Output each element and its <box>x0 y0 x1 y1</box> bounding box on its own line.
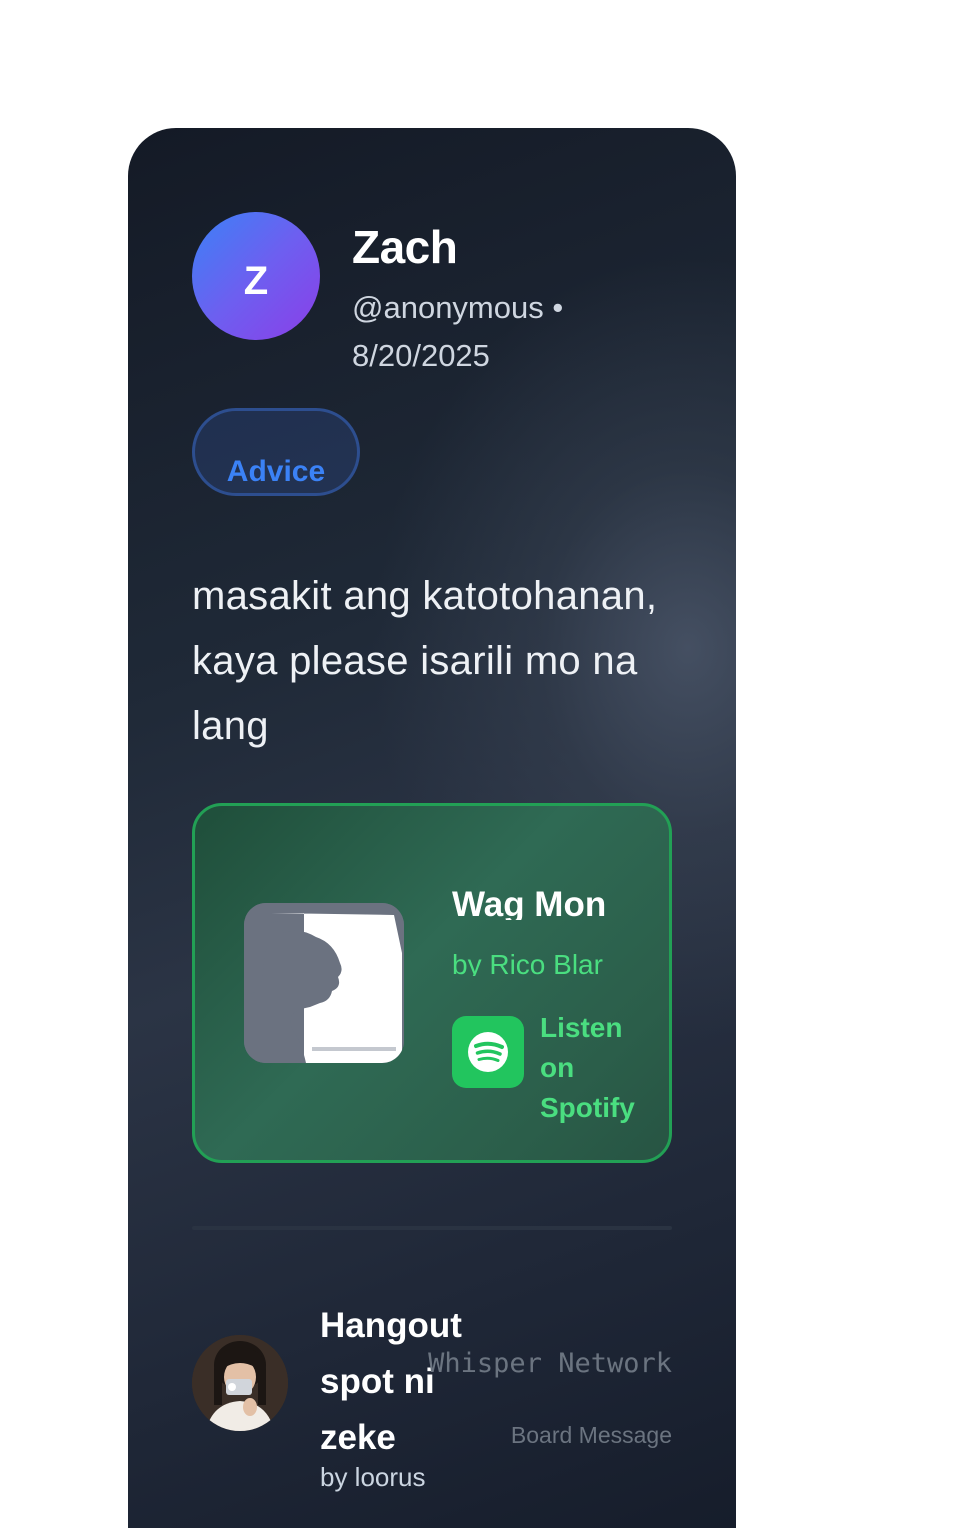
divider <box>192 1226 672 1230</box>
category-tag[interactable]: Advice <box>192 408 360 496</box>
song-artist: by Rico Blar <box>452 949 603 976</box>
brand-subtitle: Board Message <box>510 1422 672 1448</box>
user-avatar[interactable]: Z <box>192 212 320 340</box>
user-name[interactable]: Zach <box>352 220 458 274</box>
album-cover-image <box>244 903 404 1063</box>
listen-on-spotify-link[interactable]: Listen on Spotify <box>540 1008 650 1128</box>
board-avatar-image <box>192 1335 288 1431</box>
board-avatar[interactable] <box>192 1335 288 1431</box>
avatar-initial: Z <box>243 258 269 303</box>
spotify-song-card[interactable]: Wag Mon by Rico Blar Listen on Spotify <box>192 803 672 1163</box>
brand-name: Whisper Network <box>428 1348 672 1379</box>
spotify-icon[interactable] <box>452 1016 524 1088</box>
album-art <box>244 903 404 1063</box>
board-byline: by loorus <box>320 1462 426 1492</box>
post-card: Z Zach @anonymous • 8/20/2025 Advice mas… <box>128 128 736 1528</box>
song-title: Wag Mon <box>452 885 607 920</box>
post-message: masakit ang katotohanan, kaya please isa… <box>192 574 658 748</box>
user-meta: @anonymous • 8/20/2025 <box>352 290 564 373</box>
